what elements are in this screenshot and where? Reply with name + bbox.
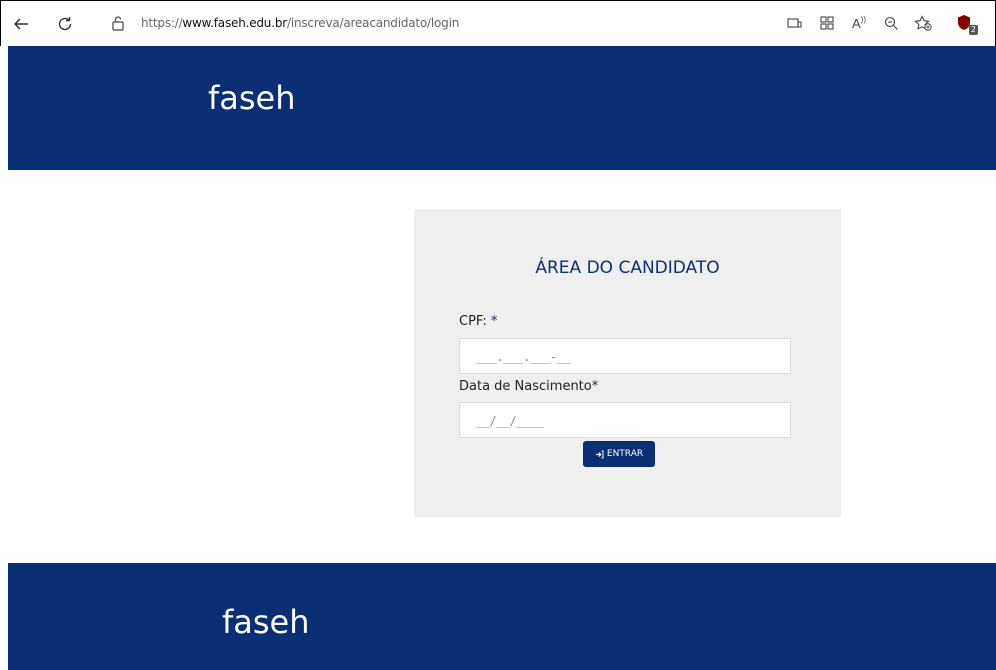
main-content: ÁREA DO CANDIDATO CPF: * ___.___.___-__ … xyxy=(8,170,996,563)
header-logo[interactable]: faseh xyxy=(208,79,296,117)
browser-toolbar: https://www.faseh.edu.br/inscreva/areaca… xyxy=(1,1,995,45)
url-host: www.faseh.edu.br xyxy=(182,16,287,30)
favorites-icon[interactable] xyxy=(907,9,939,37)
url-prefix: https:// xyxy=(141,16,183,30)
read-aloud-icon[interactable]: A)) xyxy=(843,9,875,37)
cpf-label-text: CPF: xyxy=(459,314,487,329)
page-left-edge xyxy=(0,46,8,670)
birth-date-placeholder: __/__/____ xyxy=(476,414,544,428)
url-text: https://www.faseh.edu.br/inscreva/areaca… xyxy=(141,16,459,30)
birth-required-mark: * xyxy=(591,379,599,394)
refresh-icon[interactable] xyxy=(51,10,79,38)
extension-badge: 2 xyxy=(968,25,978,35)
extension-icon[interactable]: 2 xyxy=(949,9,981,37)
cpf-placeholder: ___.___.___-__ xyxy=(476,350,571,364)
cpf-input[interactable]: ___.___.___-__ xyxy=(459,338,791,374)
birth-date-input[interactable]: __/__/____ xyxy=(459,402,791,438)
url-path: /inscreva/areacandidato/login xyxy=(286,16,460,30)
login-card: ÁREA DO CANDIDATO CPF: * ___.___.___-__ … xyxy=(414,209,841,517)
grid-icon[interactable] xyxy=(811,9,843,37)
cpf-required-mark: * xyxy=(490,314,498,329)
login-title: ÁREA DO CANDIDATO xyxy=(535,258,720,278)
site-header: faseh xyxy=(8,46,996,170)
submit-button[interactable]: ENTRAR xyxy=(583,441,655,467)
cpf-label: CPF: * xyxy=(459,314,497,329)
footer-logo[interactable]: faseh xyxy=(222,603,310,641)
birth-label: Data de Nascimento* xyxy=(459,379,598,394)
birth-label-text: Data de Nascimento xyxy=(459,379,592,394)
browser-actions: A)) 2 xyxy=(779,9,981,37)
lock-icon[interactable] xyxy=(111,15,125,36)
back-icon[interactable] xyxy=(7,10,35,38)
site-footer: faseh xyxy=(8,563,996,670)
device-icon[interactable] xyxy=(779,9,811,37)
zoom-out-icon[interactable] xyxy=(875,9,907,37)
submit-label: ENTRAR xyxy=(606,449,644,459)
sign-in-icon xyxy=(595,450,604,458)
